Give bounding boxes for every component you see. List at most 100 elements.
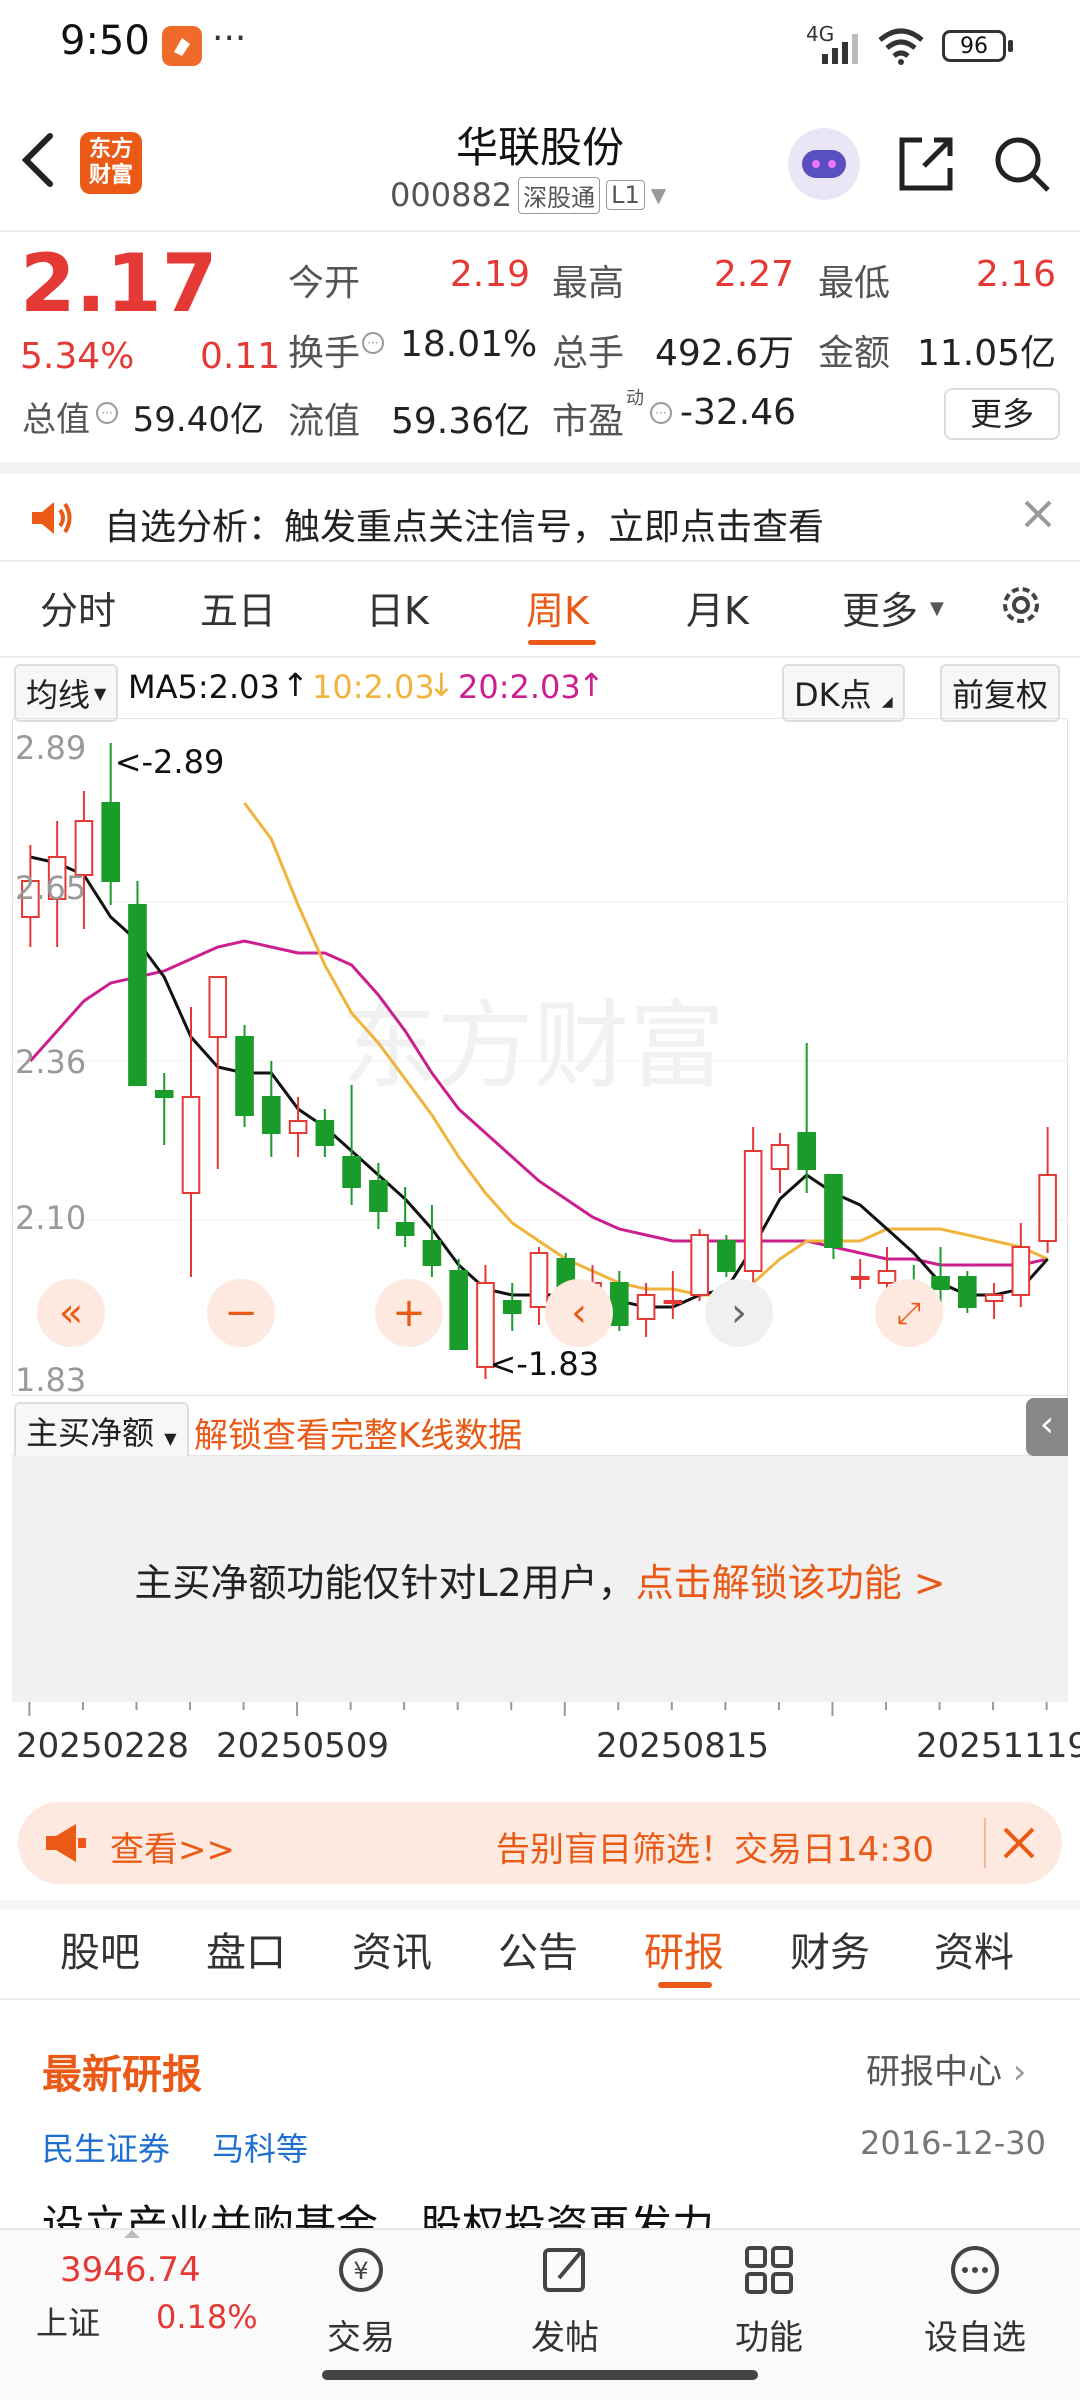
pe-value: -32.46 <box>680 392 797 433</box>
zoom-out-button[interactable]: − <box>207 1279 275 1347</box>
zoom-in-button[interactable]: + <box>375 1279 443 1347</box>
home-indicator <box>322 2370 758 2380</box>
chevron-right-icon: › <box>1002 2052 1027 2092</box>
y-tick-label: 1.83 <box>15 1361 86 1397</box>
unlock-feature-link[interactable]: 点击解锁该功能 > <box>636 1561 946 1605</box>
settings-gear-icon[interactable] <box>996 580 1046 634</box>
dk-point-button[interactable]: DK点 ◢ <box>782 664 905 722</box>
arrow-down-icon: ↓ <box>428 666 455 704</box>
battery-level: 96 <box>960 33 988 59</box>
nav-post[interactable]: 发帖 <box>500 2242 630 2359</box>
search-icon[interactable] <box>992 134 1052 198</box>
x-tick-label: 20250815 <box>596 1726 770 1766</box>
index-ticker[interactable]: 3946.74 上证 0.18% <box>20 2250 260 2350</box>
expand-caret-icon[interactable] <box>124 2230 140 2238</box>
nav-functions[interactable]: 功能 <box>704 2242 834 2359</box>
chart-watermark: 东方财富 <box>341 990 725 1102</box>
share-icon[interactable] <box>896 134 956 198</box>
index-name: 上证 <box>36 2304 101 2342</box>
tab-research[interactable]: 研报 <box>644 1920 724 1978</box>
candle <box>636 1283 656 1337</box>
candle-body <box>288 1120 308 1134</box>
candle <box>181 1007 201 1277</box>
wifi-icon <box>876 26 926 70</box>
broker-link[interactable]: 民生证券 <box>42 2124 170 2170</box>
candle-body <box>984 1294 1004 1302</box>
info-icon[interactable]: ··· <box>362 332 384 354</box>
tab-five-day[interactable]: 五日 <box>200 580 276 635</box>
unlock-kline-link[interactable]: 解锁查看完整K线数据 <box>194 1408 522 1457</box>
previous-button[interactable]: ‹ <box>545 1279 613 1347</box>
kline-chart[interactable]: 东方财富 2.89 2.65 2.36 2.10 1.83 <-2.89 <-1.83 … <box>12 718 1069 1399</box>
chevron-down-icon: ▼ <box>650 183 667 207</box>
assistant-robot-icon[interactable] <box>788 128 860 200</box>
candle-body <box>315 1120 335 1146</box>
next-button[interactable]: › <box>705 1279 773 1347</box>
float-cap-value: 59.36亿 <box>390 401 530 442</box>
candle <box>369 1163 388 1229</box>
tab-month-k[interactable]: 月K <box>686 580 749 635</box>
tab-more[interactable]: 更多 <box>842 580 918 635</box>
scroll-left-fast-button[interactable]: « <box>37 1279 105 1347</box>
nav-post-label: 发帖 <box>531 2318 599 2358</box>
candle-body <box>877 1270 897 1284</box>
report-headline[interactable]: 设立产业并购基金，股权投资再发力 <box>42 2192 714 2230</box>
promo-banner[interactable]: 查看>> 告别盲目筛选！交易日14:30 <box>18 1802 1062 1884</box>
stock-code-row[interactable]: 000882 深股通 L1 ▼ <box>390 176 666 214</box>
tab-week-k[interactable]: 周K <box>526 580 589 635</box>
candle-body <box>636 1294 656 1320</box>
nav-watchlist[interactable]: 设自选 <box>910 2242 1040 2359</box>
arrow-up-icon: ↑ <box>282 666 309 704</box>
tab-market-depth[interactable]: 盘口 <box>206 1920 286 1978</box>
ma-select[interactable]: 均线 ▼ <box>14 664 119 722</box>
market-badge: 深股通 <box>518 176 601 214</box>
chevron-down-icon: ▼ <box>94 683 107 703</box>
tab-financials[interactable]: 财务 <box>790 1920 870 1978</box>
tab-minute[interactable]: 分时 <box>40 580 116 635</box>
locked-text: 主买净额功能仅针对L2用户， <box>134 1561 636 1605</box>
stock-code: 000882 <box>390 176 513 214</box>
tab-profile[interactable]: 资料 <box>934 1920 1014 1978</box>
info-icon[interactable]: ··· <box>650 402 672 424</box>
candle <box>1011 1223 1031 1307</box>
fullscreen-icon[interactable]: ⤢ <box>875 1279 943 1347</box>
tab-day-k[interactable]: 日K <box>366 580 429 635</box>
banner-text: 告别盲目筛选！交易日14:30 <box>496 1830 934 1870</box>
banner-link[interactable]: 查看>> <box>110 1822 235 1871</box>
candle-body <box>502 1300 522 1314</box>
notice-bar[interactable]: 自选分析：触发重点关注信号，立即点击查看 <box>0 474 1080 560</box>
candle-body <box>690 1234 709 1296</box>
collapse-panel-icon[interactable]: ‹ <box>1026 1398 1068 1456</box>
tab-news[interactable]: 资讯 <box>352 1920 432 1978</box>
open-label: 今开 <box>288 263 361 304</box>
close-icon[interactable] <box>1020 496 1056 536</box>
candle <box>958 1271 977 1313</box>
candle-body <box>717 1240 736 1272</box>
indicator-select-label: 主买净额 <box>26 1414 155 1452</box>
research-center-link[interactable]: 研报中心 › <box>866 2044 1026 2093</box>
indicator-select[interactable]: 主买净额 ▼ <box>14 1402 189 1460</box>
corner-arrow-icon: ◢ <box>881 694 893 710</box>
ma5-value: MA5:2.03 <box>128 668 280 706</box>
grid-icon <box>745 2246 793 2294</box>
more-quote-button[interactable]: 更多 <box>944 388 1060 440</box>
author-link[interactable]: 马科等 <box>212 2124 308 2170</box>
adjust-button[interactable]: 前复权 <box>940 664 1061 722</box>
status-time: 9:50 <box>60 18 150 64</box>
ma-bar: 均线 ▼ MA5:2.03 ↑ 10:2.03 ↓ 20:2.03 ↑ DK点 ◢… <box>0 662 1080 722</box>
candle <box>235 1025 254 1127</box>
tab-forum[interactable]: 股吧 <box>60 1920 140 1978</box>
nav-trade[interactable]: ¥ 交易 <box>296 2242 426 2359</box>
nav-trade-label: 交易 <box>327 2318 395 2358</box>
amount-label: 金额 <box>818 333 891 374</box>
candle <box>502 1283 522 1331</box>
tab-announcements[interactable]: 公告 <box>498 1920 578 1978</box>
net-panel-header: 主买净额 ▼ 解锁查看完整K线数据 ‹ <box>12 1398 1068 1460</box>
info-icon[interactable]: ··· <box>96 402 118 424</box>
candle <box>154 1073 174 1145</box>
section-gap <box>0 462 1080 474</box>
market-cap-label: 总值 <box>22 400 90 440</box>
active-tab-indicator <box>658 1982 712 1988</box>
low-label: 最低 <box>818 263 891 304</box>
close-icon[interactable] <box>1000 1824 1038 1866</box>
